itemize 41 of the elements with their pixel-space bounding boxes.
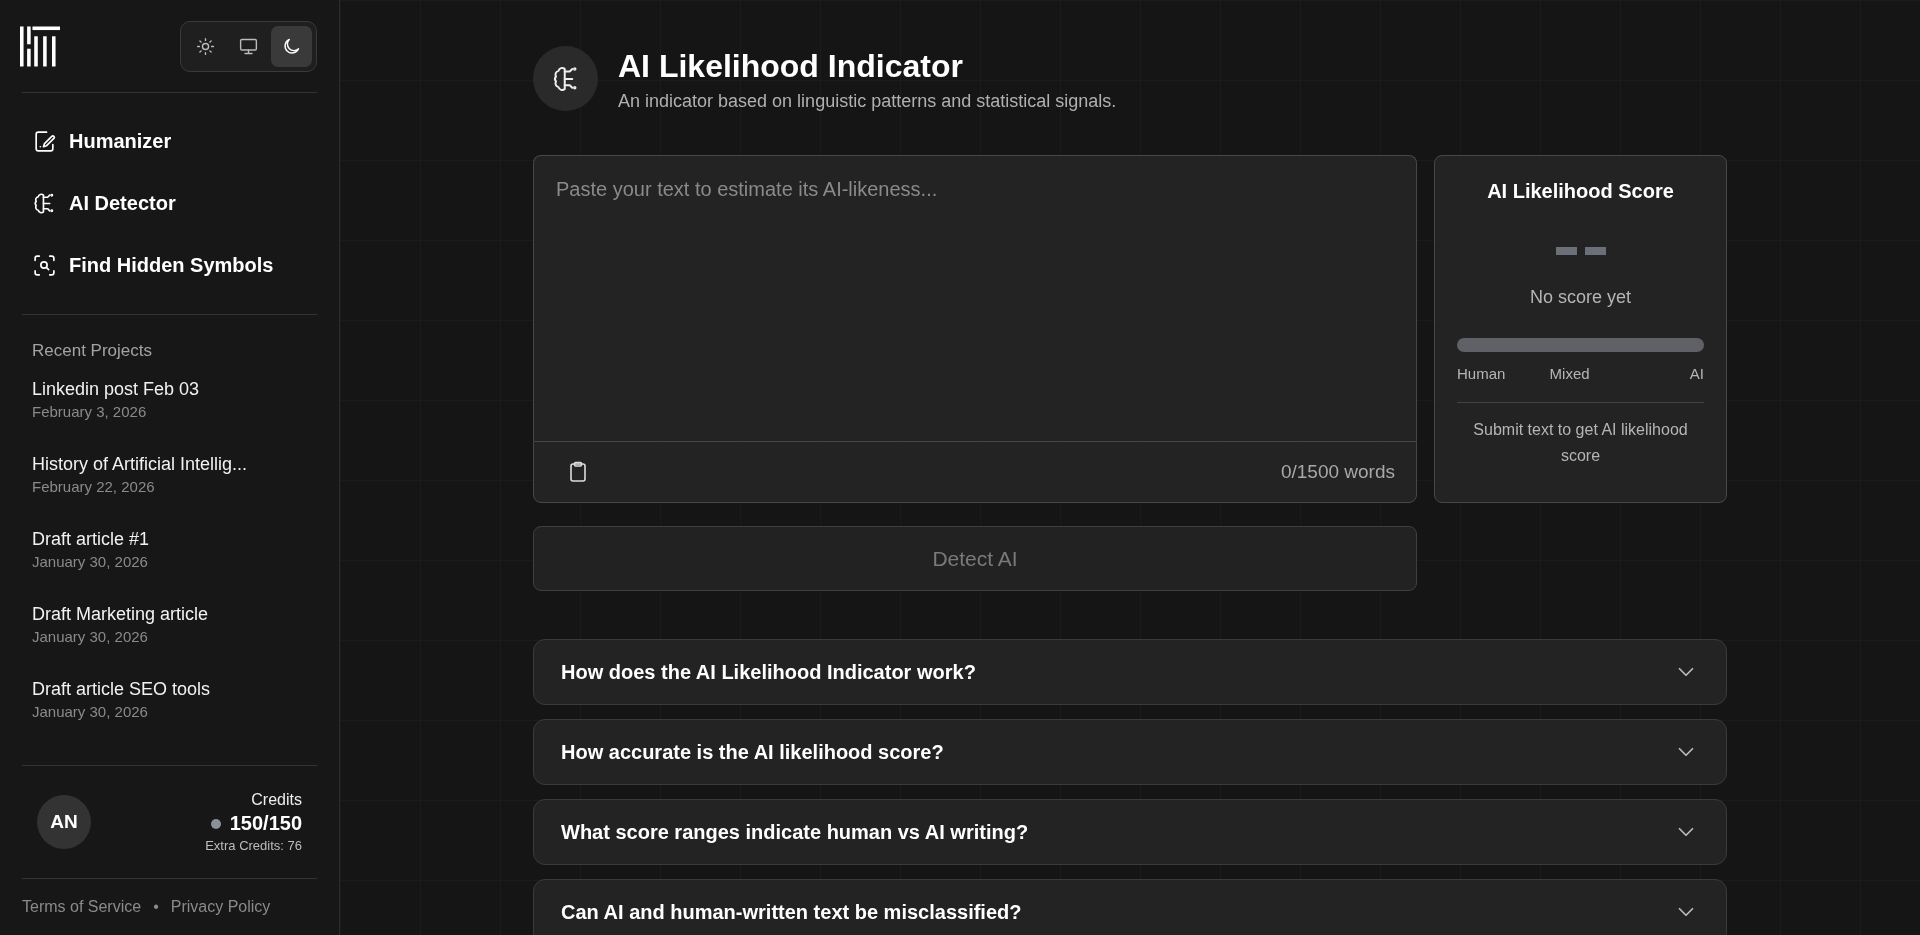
separator-dot: • bbox=[153, 898, 159, 916]
status-dot bbox=[210, 818, 221, 829]
project-date: January 30, 2026 bbox=[32, 628, 149, 645]
project-title[interactable]: History of Artificial Intellig... bbox=[32, 454, 307, 475]
credits-label: Credits bbox=[251, 791, 302, 809]
faq-item[interactable]: What score ranges indicate human vs AI writing? bbox=[533, 799, 1727, 865]
document-pen-icon bbox=[32, 128, 57, 154]
page-subtitle: An indicator based on linguistic patterns and statistical signals. bbox=[618, 91, 1117, 112]
scale-label: Human bbox=[1457, 365, 1506, 382]
card-title: AI Likelihood Score bbox=[1487, 180, 1674, 203]
project-title[interactable]: Draft article SEO tools bbox=[32, 679, 307, 700]
project-title[interactable]: Draft Marketing article bbox=[32, 604, 307, 625]
word-count: 0/1500 words bbox=[1280, 461, 1395, 483]
dark-theme-button[interactable] bbox=[271, 25, 312, 67]
nav-link[interactable]: Humanizer bbox=[22, 110, 317, 172]
avatar[interactable]: AN bbox=[37, 795, 91, 849]
project-date: January 30, 2026 bbox=[32, 703, 149, 720]
project-title[interactable]: Linkedin post Feb 03 bbox=[32, 379, 307, 400]
scale-label: Mixed bbox=[1549, 365, 1590, 382]
scan-search-icon bbox=[32, 252, 57, 278]
project-date: February 3, 2026 bbox=[32, 403, 148, 420]
credits-value: 150/150 bbox=[229, 812, 302, 835]
faq-item[interactable]: How does the AI Likelihood Indicator work? bbox=[533, 639, 1727, 705]
nav-link[interactable]: Find Hidden Symbols bbox=[22, 234, 317, 296]
footer-link[interactable]: Privacy Policy bbox=[170, 898, 271, 916]
empty-score-icon bbox=[1555, 247, 1606, 255]
project-date: February 22, 2026 bbox=[32, 478, 156, 495]
footer-link[interactable]: Terms of Service bbox=[22, 898, 142, 916]
sun-icon bbox=[195, 35, 216, 57]
faq-item[interactable]: How accurate is the AI likelihood score? bbox=[533, 719, 1727, 785]
faq-item[interactable]: Can AI and human-written text be misclassified? bbox=[533, 879, 1727, 935]
extra-credits: Extra Credits: 76 bbox=[205, 838, 302, 853]
text-input-field[interactable]: Paste your text to estimate its AI-likeness... bbox=[533, 155, 1417, 441]
section-heading: Recent Projects bbox=[32, 341, 153, 361]
nav-link[interactable]: AI Detector bbox=[22, 172, 317, 234]
scale-label: AI bbox=[1689, 365, 1704, 382]
score-hint: Submit text to get AI likelihood score bbox=[1472, 420, 1689, 466]
score-status: No score yet bbox=[1529, 287, 1631, 308]
page-title: AI Likelihood Indicator bbox=[618, 48, 964, 85]
project-date: January 30, 2026 bbox=[32, 553, 149, 570]
project-title[interactable]: Draft article #1 bbox=[32, 529, 307, 550]
